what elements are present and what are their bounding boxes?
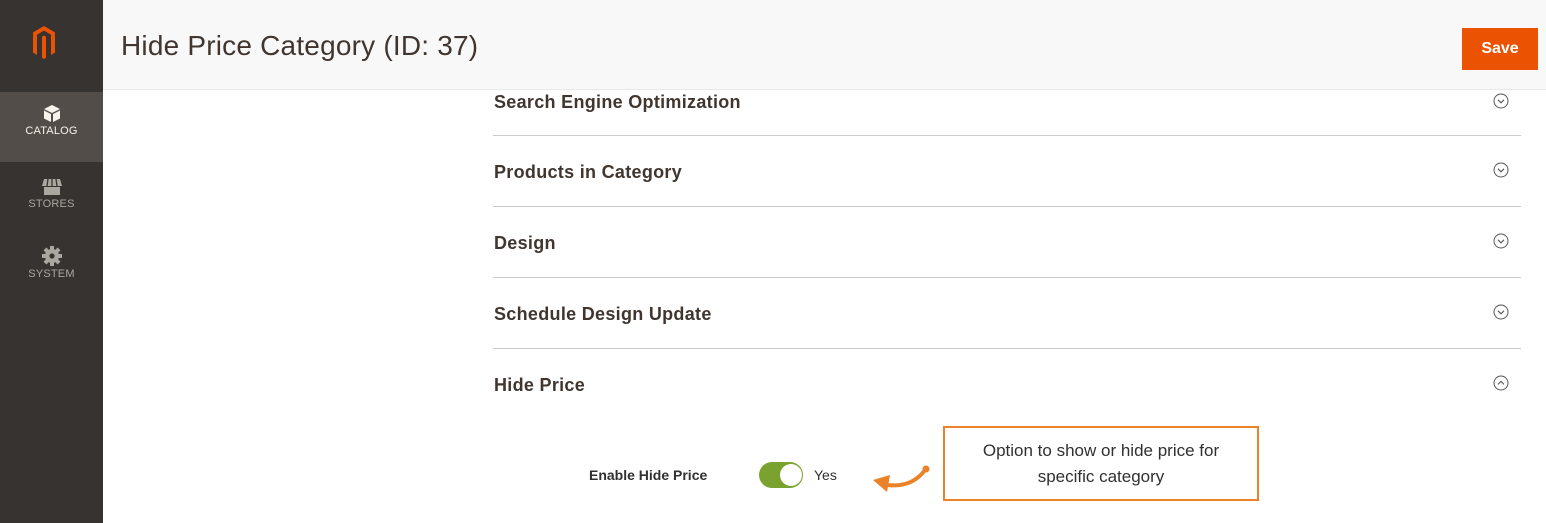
section-schedule-design-update[interactable]: Schedule Design Update (493, 278, 1521, 349)
page-title: Hide Price Category (ID: 37) (121, 30, 479, 61)
annotation-callout: Option to show or hide price for specifi… (943, 426, 1259, 501)
store-icon (41, 178, 62, 195)
gear-icon (41, 246, 62, 266)
sidebar-item-label: SYSTEM (28, 268, 75, 280)
section-hide-price[interactable]: Hide Price (493, 349, 1521, 420)
section-title: Products in Category (494, 162, 683, 182)
sidebar-item-system[interactable]: SYSTEM (0, 244, 103, 304)
chevron-down-icon[interactable] (1493, 93, 1509, 109)
section-search-engine-optimization[interactable]: Search Engine Optimization (493, 66, 1521, 136)
section-title: Hide Price (494, 375, 586, 395)
chevron-down-icon[interactable] (1493, 162, 1509, 178)
magento-logo-icon[interactable] (33, 26, 55, 59)
enable-hide-price-label: Enable Hide Price (589, 467, 708, 483)
category-form-sections: Search Engine Optimization Products in C… (493, 66, 1521, 420)
sidebar-item-catalog[interactable]: CATALOG (0, 92, 103, 162)
chevron-up-icon[interactable] (1493, 375, 1509, 391)
toggle-value-label: Yes (814, 467, 837, 483)
sidebar-item-stores[interactable]: STORES (0, 174, 103, 234)
sidebar-item-label: STORES (28, 198, 75, 210)
annotation-arrow-icon (873, 465, 930, 492)
section-title: Search Engine Optimization (494, 92, 741, 112)
section-title: Design (494, 233, 556, 253)
callout-line-1: Option to show or hide price for (982, 441, 1220, 460)
section-products-in-category[interactable]: Products in Category (493, 136, 1521, 207)
admin-sidebar: CATALOG STORES SYSTEM (0, 0, 103, 523)
save-button[interactable]: Save (1462, 28, 1538, 70)
section-title: Schedule Design Update (494, 304, 712, 324)
cube-icon (43, 105, 60, 122)
sidebar-item-label: CATALOG (25, 125, 78, 137)
callout-line-2: specific category (1037, 467, 1165, 486)
chevron-down-icon[interactable] (1493, 304, 1509, 320)
chevron-down-icon[interactable] (1493, 233, 1509, 249)
toggle-knob[interactable] (780, 464, 802, 486)
enable-hide-price-toggle[interactable]: Yes (759, 462, 837, 490)
section-design[interactable]: Design (493, 207, 1521, 278)
